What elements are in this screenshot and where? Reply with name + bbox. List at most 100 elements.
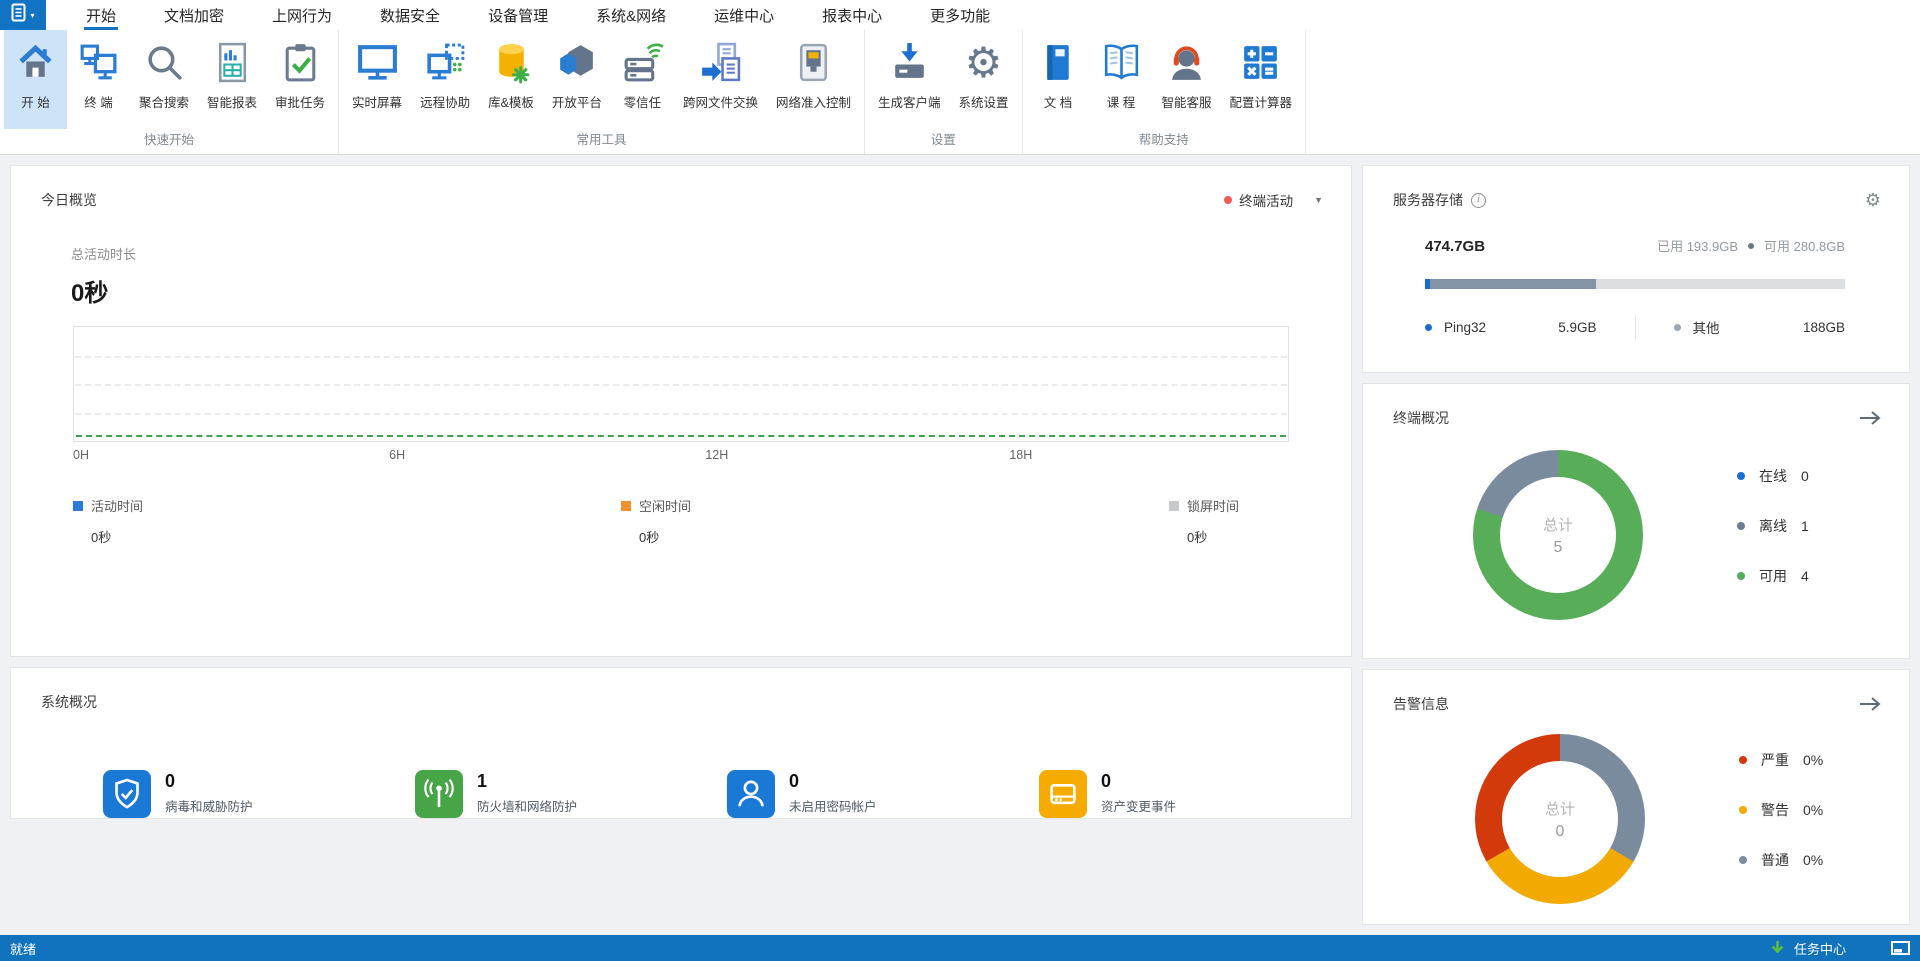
ribbon-group-quick-start: 开 始 终 端 聚合搜索 智能报表 审批任务 快速开始 [0, 30, 340, 154]
tab-home[interactable]: 开始 [83, 0, 119, 30]
ribbon-item-home[interactable]: 开 始 [4, 30, 67, 129]
docs-icon [1036, 36, 1081, 88]
ribbon: 开 始 终 端 聚合搜索 智能报表 审批任务 快速开始 实时屏幕 远程协助 库&… [0, 30, 1920, 155]
ribbon-item-label: 终 端 [84, 96, 113, 110]
ribbon-item-live-screen[interactable]: 实时屏幕 [343, 30, 411, 129]
storage-legend-ping32: Ping32 5.9GB [1425, 320, 1635, 335]
ribbon-item-smart-report[interactable]: 智能报表 [198, 30, 266, 129]
ribbon-item-file-exchange[interactable]: 跨网文件交换 [674, 30, 767, 129]
main-content: 今日概览 终端活动 ▼ 总活动时长 0秒 0H 6H 12H 18H 活动时间 … [0, 155, 1920, 935]
tab-bar: ▾ 开始 文档加密 上网行为 数据安全 设备管理 系统&网络 运维中心 报表中心… [0, 0, 1920, 30]
home-icon [13, 36, 58, 88]
task-center-button[interactable]: 任务中心 [1794, 939, 1846, 958]
stat-value: 0 [1101, 771, 1112, 791]
antenna-icon [415, 770, 463, 818]
stat-no-password-accounts[interactable]: 0 未启用密码帐户 [727, 770, 1039, 818]
tab-device-management[interactable]: 设备管理 [488, 0, 548, 30]
stat-firewall-network-protection[interactable]: 1 防火墙和网络防护 [415, 770, 727, 818]
app-menu-button[interactable]: ▾ [0, 0, 46, 30]
ribbon-item-smart-support[interactable]: 智能客服 [1153, 30, 1221, 129]
legend-dot-icon [1739, 806, 1747, 814]
panel-today-overview: 今日概览 终端活动 ▼ 总活动时长 0秒 0H 6H 12H 18H 活动时间 … [10, 165, 1352, 657]
legend-square-icon [73, 500, 83, 511]
ribbon-item-generate-client[interactable]: 生成客户端 [869, 30, 950, 129]
legend-online: 在线 0 [1737, 466, 1809, 486]
chart-legend: 活动时间 0秒 空闲时间 0秒 锁屏时间 0秒 [73, 496, 1289, 546]
ribbon-item-zero-trust[interactable]: 零信任 [611, 30, 674, 129]
ribbon-item-library-template[interactable]: 库&模板 [479, 30, 543, 129]
storage-legend-other: 其他 188GB [1636, 317, 1845, 337]
library-template-icon [489, 36, 534, 88]
gear-icon[interactable]: ⚙ [1865, 191, 1881, 209]
ribbon-item-label: 聚合搜索 [139, 96, 190, 110]
legend-dot-icon [1737, 572, 1745, 580]
info-icon[interactable]: i [1471, 192, 1486, 208]
download-arrow-icon [1770, 940, 1785, 956]
metric-value: 0秒 [71, 280, 109, 307]
terminal-donut-chart: 总计 5 [1473, 450, 1643, 620]
terminal-icon [76, 36, 121, 88]
arrow-right-icon[interactable] [1858, 696, 1881, 712]
arrow-right-icon[interactable] [1858, 410, 1881, 426]
tab-more-features[interactable]: 更多功能 [930, 0, 990, 30]
stat-value: 1 [477, 771, 488, 791]
live-screen-icon [355, 36, 400, 88]
donut-center-label: 总计 [1542, 516, 1573, 534]
ribbon-item-terminal[interactable]: 终 端 [67, 30, 130, 129]
tab-system-network[interactable]: 系统&网络 [596, 0, 666, 30]
chevron-down-icon: ▼ [1314, 195, 1323, 205]
ribbon-item-approval-task[interactable]: 审批任务 [266, 30, 334, 129]
stat-virus-threat-protection[interactable]: 0 病毒和威胁防护 [103, 770, 415, 818]
legend-dot-icon [1673, 323, 1681, 331]
ribbon-item-label: 课 程 [1106, 96, 1136, 110]
activity-chart [73, 326, 1289, 442]
tab-ops-center[interactable]: 运维中心 [714, 0, 774, 30]
remote-assist-icon [423, 36, 468, 88]
legend-dot-icon [1425, 323, 1432, 331]
legend-dot-icon [1737, 472, 1745, 480]
tab-web-behavior[interactable]: 上网行为 [272, 0, 332, 30]
storage-usage-bar [1425, 279, 1845, 289]
ribbon-item-course[interactable]: 课 程 [1090, 30, 1153, 129]
tab-data-security[interactable]: 数据安全 [380, 0, 440, 30]
terminal-activity-dropdown[interactable]: 终端活动 ▼ [1224, 190, 1323, 210]
ribbon-item-system-settings[interactable]: ⚙ 系统设置 [949, 30, 1017, 129]
ribbon-item-network-access[interactable]: 网络准入控制 [767, 30, 860, 129]
storage-used-free: 已用 193.9GB 可用 280.8GB [1657, 239, 1845, 254]
ribbon-item-label: 实时屏幕 [352, 96, 403, 110]
legend-active-time: 活动时间 0秒 [73, 496, 193, 546]
panel-title: 终端概况 [1393, 410, 1449, 426]
ribbon-item-docs[interactable]: 文 档 [1027, 30, 1090, 129]
panel-title: 告警信息 [1393, 696, 1449, 712]
panel-title: 系统概况 [41, 694, 97, 710]
panel-server-storage: 服务器存储 i ⚙ 474.7GB 已用 193.9GB 可用 280.8GB [1362, 165, 1910, 373]
x-tick: 12H [705, 448, 729, 462]
ribbon-item-config-calculator[interactable]: 配置计算器 [1221, 30, 1302, 129]
alarm-legend: 严重 0% 警告 0% 普通 0% [1739, 734, 1823, 904]
ribbon-item-aggregate-search[interactable]: 聚合搜索 [130, 30, 198, 129]
storage-total: 474.7GB [1425, 238, 1486, 255]
zero-trust-icon [620, 36, 665, 88]
status-bar: 就绪 任务中心 [0, 935, 1920, 961]
ribbon-group-common-tools: 实时屏幕 远程协助 库&模板 开放平台 零信任 跨网文件交换 网络准入控制 常用… [339, 30, 865, 154]
ribbon-item-remote-assist[interactable]: 远程协助 [411, 30, 479, 129]
metric-label: 总活动时长 [71, 247, 137, 262]
ribbon-item-label: 跨网文件交换 [682, 96, 758, 110]
tab-report-center[interactable]: 报表中心 [822, 0, 882, 30]
ribbon-group-settings: 生成客户端 ⚙ 系统设置 设置 [865, 30, 1023, 154]
account-icon [727, 770, 775, 818]
stat-label: 防火墙和网络防护 [477, 800, 578, 814]
legend-critical: 严重 0% [1739, 750, 1823, 770]
donut-center-value: 5 [1553, 538, 1563, 556]
legend-available: 可用 4 [1737, 566, 1809, 586]
stat-asset-change-events[interactable]: 0 资产变更事件 [1039, 770, 1351, 818]
task-window-icon[interactable] [1891, 941, 1910, 955]
x-tick: 0H [73, 448, 89, 462]
network-access-icon [791, 36, 836, 88]
red-dot-icon [1224, 196, 1233, 204]
ribbon-item-label: 智能客服 [1161, 96, 1212, 110]
tab-doc-encryption[interactable]: 文档加密 [164, 0, 224, 30]
legend-dot-icon [1739, 856, 1747, 864]
smart-report-icon [210, 36, 255, 88]
ribbon-item-open-platform[interactable]: 开放平台 [543, 30, 611, 129]
